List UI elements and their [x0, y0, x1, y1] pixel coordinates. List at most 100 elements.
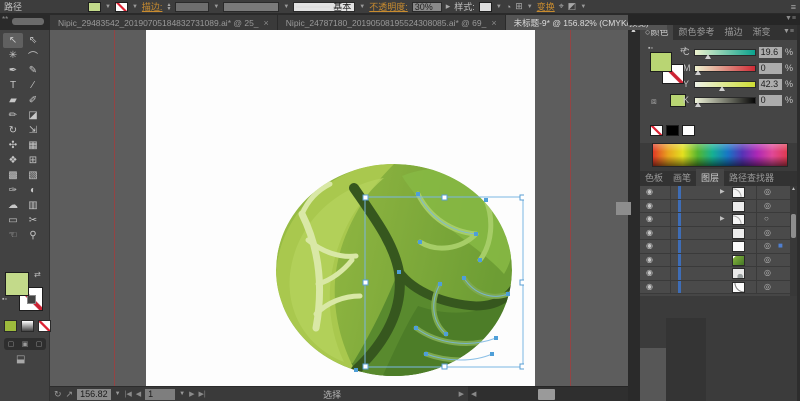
style-dropdown-icon[interactable]: ▼ [496, 4, 502, 10]
stroke-link[interactable]: 描边: [142, 0, 163, 13]
target-circle-icon[interactable]: ◎ [764, 228, 771, 237]
black-swatch[interactable] [666, 125, 679, 136]
layer-row[interactable]: ◉ ◎ [640, 227, 797, 241]
align-dropdown-icon[interactable]: ▼ [527, 4, 533, 10]
mini-swatch-icon[interactable]: ▪▫ [648, 45, 653, 52]
layer-thumbnail[interactable] [732, 268, 745, 279]
layer-row[interactable]: ◉ ▶ ◎ [640, 186, 797, 200]
stroke-weight-field[interactable] [175, 2, 209, 12]
first-artboard-button[interactable]: |◀ [125, 390, 132, 398]
stroke-weight-dropdown-icon[interactable]: ▼ [213, 4, 219, 10]
tab-brushes[interactable]: 画笔 [668, 169, 696, 186]
artboard-tool[interactable]: ▭ [3, 213, 23, 228]
none-mode-button[interactable] [38, 320, 51, 332]
magenta-value-field[interactable]: 0 [759, 63, 782, 74]
gradient-tool[interactable]: ▧ [23, 168, 43, 183]
black-slider-thumb[interactable] [695, 102, 701, 107]
cabbage-artwork[interactable] [268, 156, 524, 380]
stroke-weight-stepper[interactable]: ▲▼ [166, 3, 171, 11]
stroke-dropdown-icon[interactable]: ▼ [132, 4, 138, 10]
zoom-level-field[interactable]: 156.82 [77, 389, 111, 400]
dock-pill[interactable] [12, 18, 44, 25]
opacity-link[interactable]: 不透明度: [369, 0, 408, 13]
document-tab-2[interactable]: Nipic_24787180_20190508195524308085.ai* … [278, 15, 505, 30]
target-circle-icon[interactable]: ◎ [764, 282, 771, 291]
artboard-dropdown-icon[interactable]: ▼ [179, 391, 185, 397]
visibility-eye-icon[interactable]: ◉ [646, 282, 664, 291]
target-circle-icon[interactable]: ◎ [764, 201, 771, 210]
expand-arrow-icon[interactable]: ▶ [720, 215, 725, 222]
layer-row[interactable]: ◉ ◎ [640, 267, 797, 281]
shape-builder-tool[interactable]: ❖ [3, 153, 23, 168]
target-circle-icon[interactable]: ◎ [764, 255, 771, 264]
layer-thumbnail[interactable] [732, 241, 745, 252]
select-similar-icon[interactable]: ◩ [568, 1, 577, 12]
fill-dropdown-icon[interactable]: ▼ [105, 4, 111, 10]
tab-color-guide[interactable]: 颜色参考 [673, 23, 719, 40]
layer-row[interactable]: ◉ ◎ [640, 281, 797, 295]
blob-brush-tool[interactable]: ▰ [3, 93, 23, 108]
width-profile-field[interactable] [223, 2, 279, 12]
canvas-area[interactable]: ↻ ↗ 156.82 ▼ |◀ ◀ 1 ▼ ▶ ▶| 选择 ▶ ◀ [50, 30, 628, 401]
out-of-gamut-cube-icon[interactable]: ⧈ [651, 96, 657, 107]
eyedropper-tool[interactable]: ✑ [3, 183, 23, 198]
target-circle-icon[interactable]: ◎ [764, 268, 771, 277]
width-profile-dropdown-icon[interactable]: ▼ [283, 4, 289, 10]
visibility-eye-icon[interactable]: ◉ [646, 255, 664, 264]
visibility-eye-icon[interactable]: ◉ [646, 201, 664, 210]
panel-menu-icon[interactable]: ▼≡ [783, 28, 794, 35]
magic-wand-tool[interactable]: ✳ [3, 48, 23, 63]
fill-color-swatch[interactable] [88, 2, 101, 12]
target-circle-icon[interactable]: ◎ [764, 187, 771, 196]
swap-fill-stroke-icon[interactable]: ⇄ [34, 270, 41, 279]
document-tab-1[interactable]: Nipic_29483542_20190705184832731089.ai* … [50, 15, 277, 30]
tab-overflow-menu-icon[interactable]: ▼≡ [785, 15, 796, 22]
layer-row[interactable]: ◉ ▶ ○ [640, 213, 797, 227]
magenta-slider-thumb[interactable] [695, 70, 701, 75]
last-artboard-button[interactable]: ▶| [199, 390, 206, 398]
layer-row[interactable]: ◉ ◎ [640, 254, 797, 268]
hand-tool[interactable]: ☜ [3, 228, 23, 243]
default-fill-stroke-icon[interactable]: ▪▫ [2, 296, 7, 303]
align-grid-icon[interactable]: ⊞ [515, 1, 523, 12]
white-swatch[interactable] [682, 125, 695, 136]
brush-dropdown-icon[interactable]: ▼ [359, 4, 365, 10]
layer-row-selected[interactable]: ◉ ◎ ■ [640, 240, 797, 254]
layers-scroll-thumb[interactable] [791, 214, 796, 238]
symbol-sprayer-tool[interactable]: ☁ [3, 198, 23, 213]
scale-tool[interactable]: ⇲ [23, 123, 43, 138]
direct-selection-tool[interactable]: ⇖ [23, 33, 43, 48]
paintbrush-tool[interactable]: ✐ [23, 93, 43, 108]
tab-stroke[interactable]: 描边 [719, 23, 747, 40]
layer-thumbnail[interactable] [732, 201, 745, 212]
tab-swatches[interactable]: 色板 [640, 169, 668, 186]
yellow-slider-thumb[interactable] [719, 86, 725, 91]
visibility-eye-icon[interactable]: ◉ [646, 187, 664, 196]
perspective-grid-tool[interactable]: ⊞ [23, 153, 43, 168]
tab-layers[interactable]: 图层 [696, 169, 724, 186]
type-tool[interactable]: T [3, 78, 23, 93]
yellow-value-field[interactable]: 42.3 [759, 79, 782, 90]
visibility-eye-icon[interactable]: ◉ [646, 241, 664, 250]
select-similar-dropdown-icon[interactable]: ▼ [580, 4, 586, 10]
target-circle-icon[interactable]: ◎ [764, 241, 771, 250]
pencil-tool[interactable]: ✏ [3, 108, 23, 123]
screen-mode-icon[interactable]: ⬓ [16, 354, 25, 365]
tab-pathfinder[interactable]: 路径查找器 [724, 169, 779, 186]
gradient-mode-button[interactable] [21, 320, 34, 332]
stroke-color-swatch[interactable] [115, 2, 128, 12]
layer-thumbnail[interactable] [732, 187, 745, 198]
yellow-slider[interactable] [694, 81, 756, 88]
layers-scrollbar[interactable]: ▲ [790, 186, 797, 296]
cyan-slider[interactable] [694, 49, 756, 56]
sync-icon[interactable]: ↻ [54, 389, 62, 400]
close-icon[interactable]: × [491, 18, 496, 28]
layer-thumbnail[interactable] [732, 214, 745, 225]
black-value-field[interactable]: 0 [759, 95, 782, 106]
pen-tool[interactable]: ✒ [3, 63, 23, 78]
eraser-tool[interactable]: ◪ [23, 108, 43, 123]
magenta-slider[interactable] [694, 65, 756, 72]
bridge-icon[interactable]: ↗ [66, 389, 74, 400]
selection-tool[interactable]: ↖ [3, 33, 23, 48]
layer-thumbnail[interactable] [732, 228, 745, 239]
